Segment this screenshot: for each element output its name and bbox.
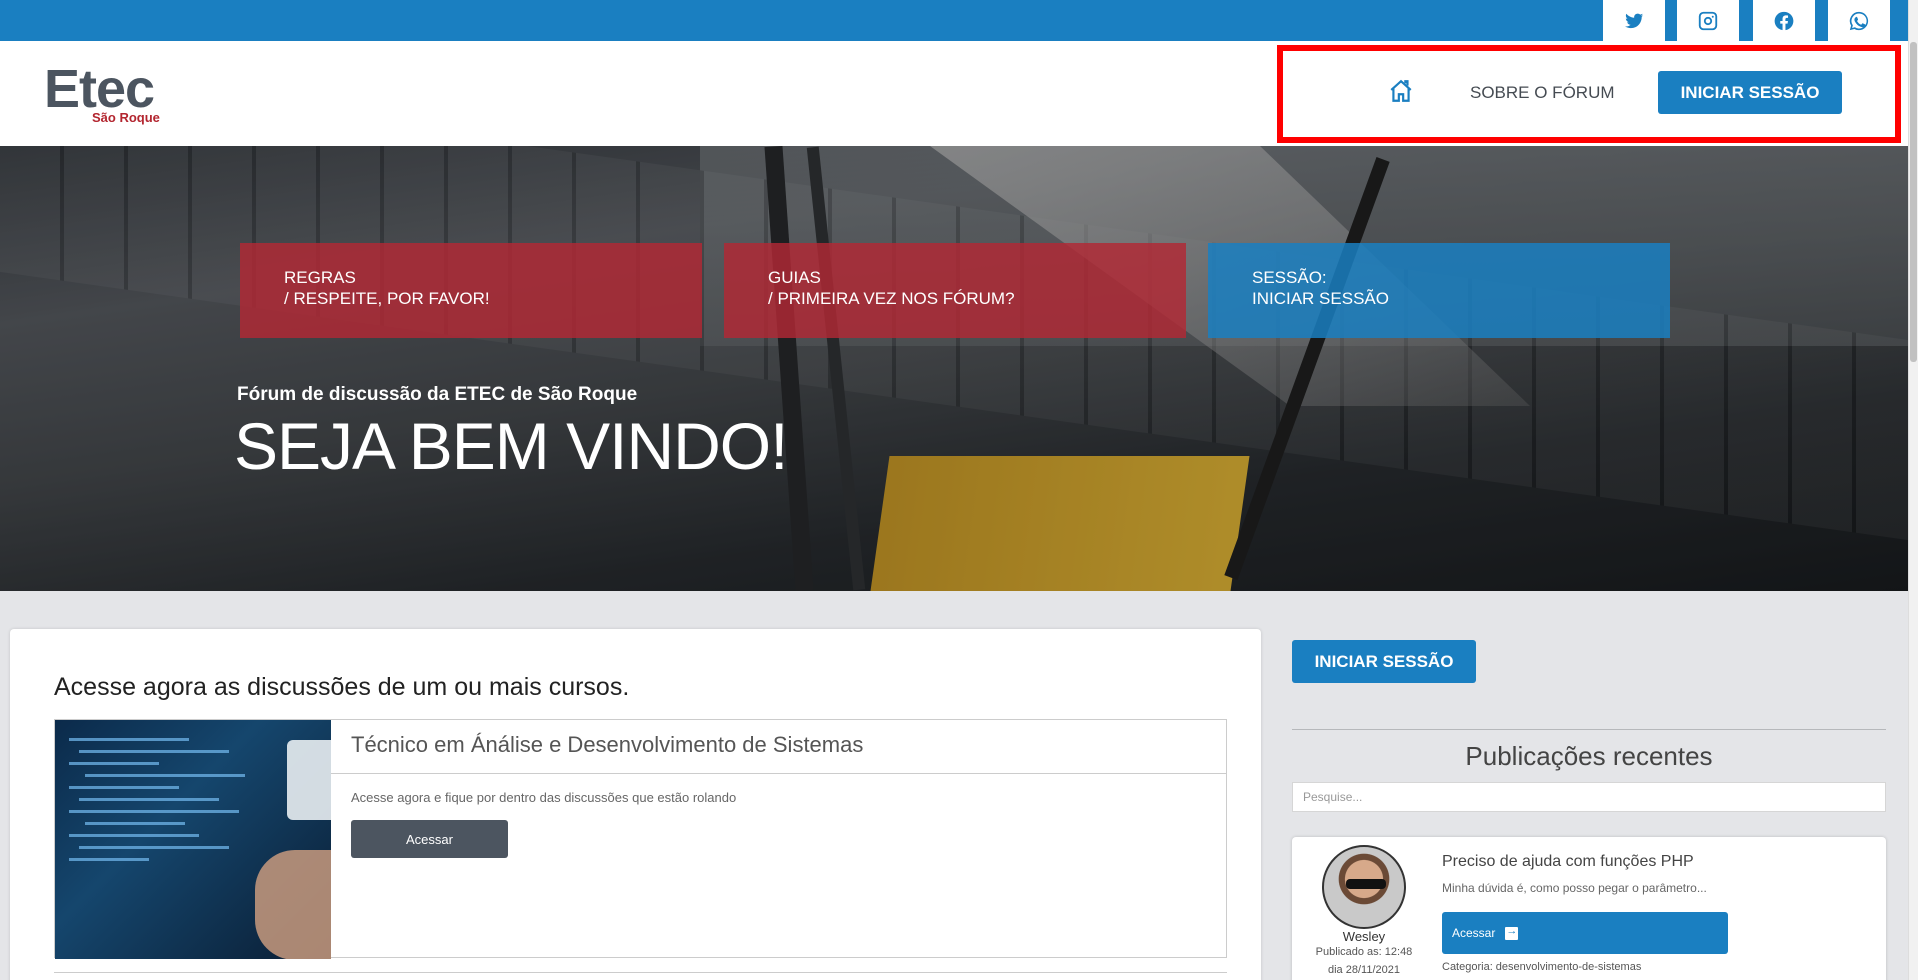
guides-card-subtitle: / PRIMEIRA VEZ NOS FÓRUM? — [768, 289, 1015, 308]
courses-panel: Acesse agora as discussões de um ou mais… — [10, 629, 1261, 980]
session-card-subtitle: INICIAR SESSÃO — [1252, 289, 1389, 308]
course-description: Acesse agora e fique por dentro das disc… — [351, 790, 737, 805]
whatsapp-icon — [1849, 11, 1869, 30]
course-access-button[interactable]: Acessar — [351, 820, 508, 858]
site-header: Etec São Roque SOBRE O FÓRUM INICIAR SES… — [0, 41, 1908, 146]
session-card[interactable]: SESSÃO: INICIAR SESSÃO — [1208, 243, 1670, 338]
twitter-link[interactable] — [1603, 0, 1665, 41]
instagram-icon — [1698, 11, 1718, 30]
arrow-right-icon — [1505, 925, 1519, 940]
course-title[interactable]: Técnico em Ánálise e Desenvolvimento de … — [351, 732, 863, 758]
home-icon — [1390, 79, 1412, 102]
sidebar-login-button[interactable]: INICIAR SESSÃO — [1292, 640, 1476, 683]
post-excerpt: Minha dúvida é, como posso pegar o parâm… — [1442, 881, 1707, 895]
logo-main-text: Etec — [44, 59, 155, 119]
sidebar-divider — [1292, 729, 1886, 730]
logo-sub-text: São Roque — [92, 110, 160, 125]
post-title[interactable]: Preciso de ajuda com funções PHP — [1442, 853, 1694, 871]
rules-card-title: REGRAS — [284, 268, 356, 287]
courses-heading: Acesse agora as discussões de um ou mais… — [54, 673, 630, 701]
rules-card-subtitle: / RESPEITE, POR FAVOR! — [284, 289, 490, 308]
rules-card[interactable]: REGRAS / RESPEITE, POR FAVOR! — [240, 243, 702, 338]
page-scrollbar[interactable] — [1908, 0, 1918, 980]
post-category: Categoria: desenvolvimento-de-sistemas — [1442, 961, 1642, 973]
post-time: Publicado as: 12:48 — [1315, 946, 1413, 958]
nav-about-link[interactable]: SOBRE O FÓRUM — [1470, 83, 1615, 103]
recent-posts-heading: Publicações recentes — [1465, 741, 1713, 771]
twitter-icon — [1625, 13, 1644, 28]
etec-logo[interactable]: Etec São Roque — [44, 59, 160, 125]
whatsapp-link[interactable] — [1828, 0, 1890, 41]
hero-banner: REGRAS / RESPEITE, POR FAVOR! GUIAS / PR… — [0, 146, 1908, 591]
course-divider — [331, 773, 1226, 774]
post-date: dia 28/11/2021 — [1328, 964, 1400, 976]
hero-photo-overlay — [0, 146, 1908, 591]
session-card-title: SESSÃO: — [1252, 268, 1327, 287]
facebook-link[interactable] — [1753, 0, 1815, 41]
nav-home-link[interactable] — [1388, 78, 1414, 104]
guides-card-title: GUIAS — [768, 268, 821, 287]
hero-title: SEJA BEM VINDO! — [234, 409, 788, 483]
avatar — [1322, 845, 1406, 929]
guides-card[interactable]: GUIAS / PRIMEIRA VEZ NOS FÓRUM? — [724, 243, 1186, 338]
facebook-icon — [1774, 11, 1794, 30]
search-input[interactable] — [1292, 782, 1886, 812]
post-access-label: Acessar — [1452, 926, 1496, 940]
course-card-next — [54, 972, 1227, 980]
hero-subtitle: Fórum de discussão da ETEC de São Roque — [237, 384, 638, 405]
nav-login-button[interactable]: INICIAR SESSÃO — [1658, 71, 1842, 114]
scrollbar-thumb[interactable] — [1910, 42, 1917, 362]
social-bar — [0, 0, 1908, 41]
instagram-link[interactable] — [1677, 0, 1739, 41]
course-image — [55, 720, 331, 959]
post-access-button[interactable]: Acessar — [1442, 912, 1728, 954]
course-card: Técnico em Ánálise e Desenvolvimento de … — [54, 719, 1227, 959]
post-author: Wesley — [1342, 929, 1386, 944]
recent-post-card: Wesley Publicado as: 12:48 dia 28/11/202… — [1292, 837, 1886, 980]
